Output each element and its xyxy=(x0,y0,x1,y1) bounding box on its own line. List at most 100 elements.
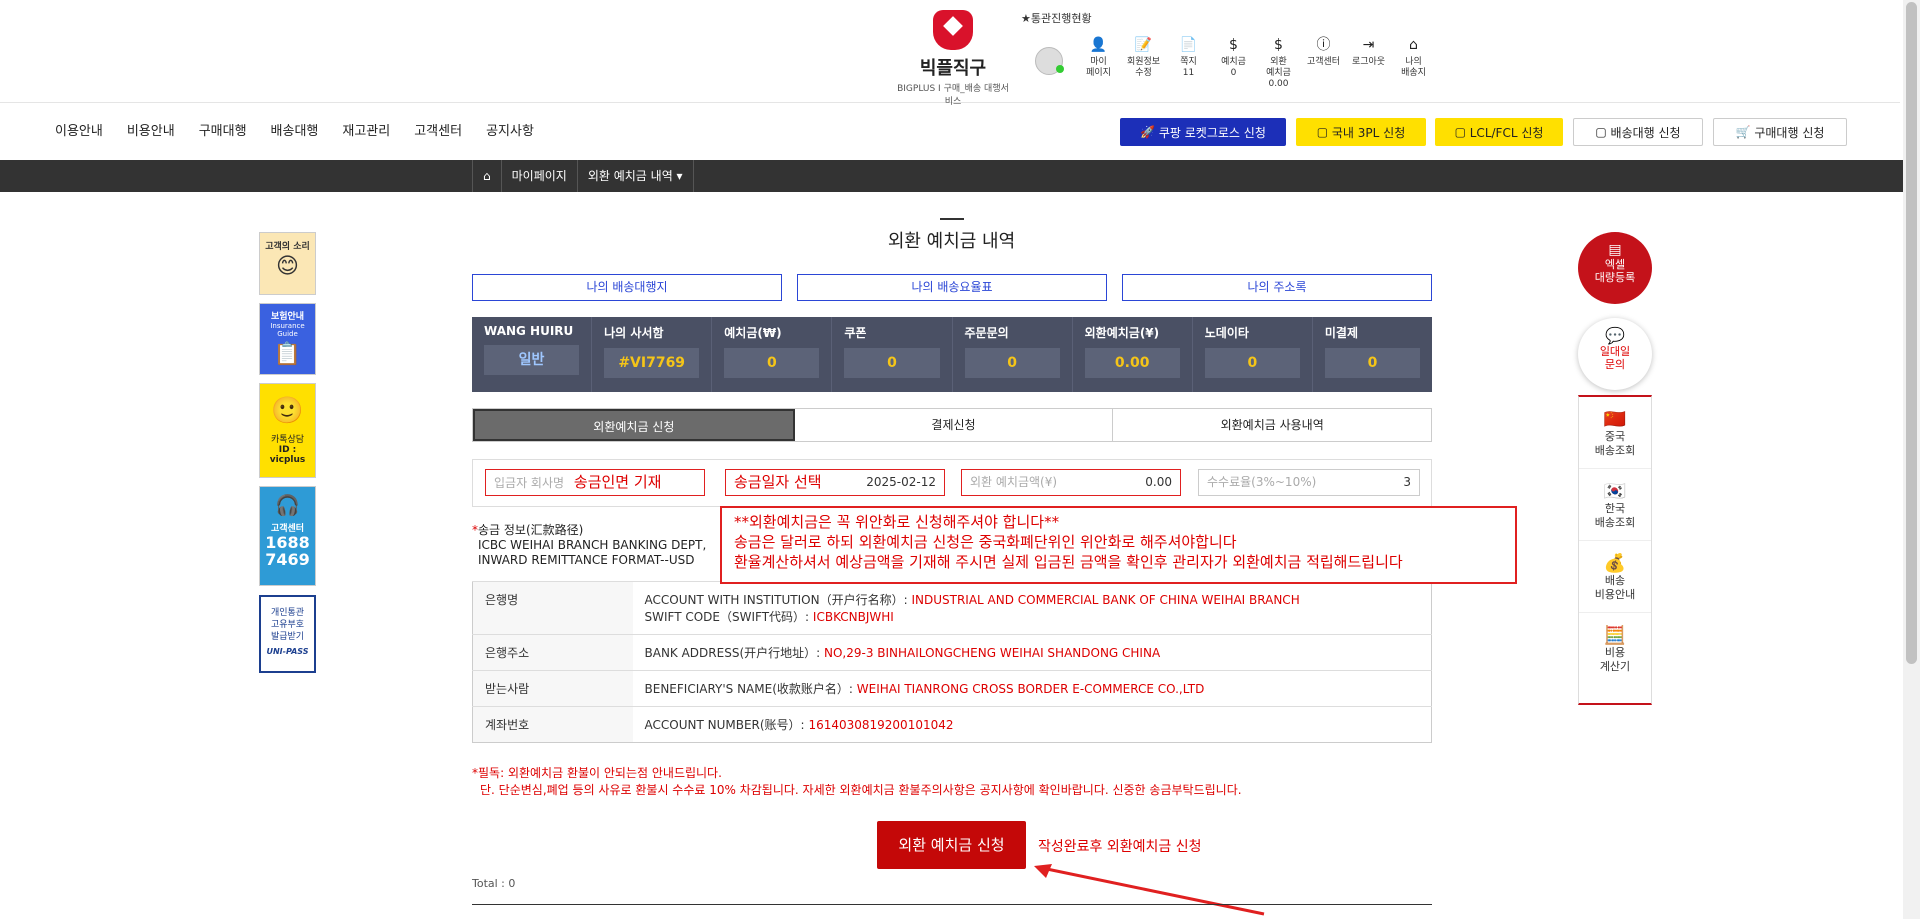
nav-item[interactable]: 공지사항 xyxy=(486,120,534,139)
faces-icon: 😊 xyxy=(276,254,299,279)
my-shipping-rate-button[interactable]: 나의 배송요율표 xyxy=(797,274,1107,301)
top-menu-item[interactable]: ⓘ 고객센터 xyxy=(1301,34,1346,90)
scrollbar-thumb[interactable] xyxy=(1906,2,1917,664)
summary-cell: 나의 사서함 #VI7769 xyxy=(592,317,713,392)
avatar[interactable] xyxy=(1035,47,1064,75)
top-menu-label: 외환 예치금 0.00 xyxy=(1266,57,1291,89)
tab-history[interactable]: 외환예치금 사용내역 xyxy=(1113,409,1431,441)
summary-value: 일반 xyxy=(484,345,580,375)
left-insurance-banner[interactable]: 보험안내 Insurance Guide 📋 xyxy=(259,303,316,375)
bank-key: 계좌번호 xyxy=(472,706,633,743)
scrollbar[interactable] xyxy=(1903,0,1920,919)
tab-payment[interactable]: 결제신청 xyxy=(795,409,1114,441)
nav-item[interactable]: 구매대행 xyxy=(199,120,247,139)
left-kakao-banner[interactable]: 🙂 카톡상담 ID : vicplus xyxy=(259,383,316,478)
refund-notice: *필독: 외환예치금 환불이 안되는점 안내드립니다. 단. 단순변심,폐업 등… xyxy=(472,766,1242,797)
top-utility-menu: 👤 마이 페이지 📝 회원정보 수정 📄 쪽지 11 $ 예치금 0 $ 외환 예치금 0.00 ⓘ… xyxy=(1076,34,1436,90)
chat-icon: 💬 xyxy=(1605,326,1625,345)
summary-label: 쿠폰 xyxy=(844,326,867,340)
fee-rate-input[interactable]: 수수료율(3%~10%) 3 xyxy=(1198,469,1420,496)
top-menu-item[interactable]: ⇥ 로그아웃 xyxy=(1346,34,1391,90)
customs-status-link[interactable]: ★통관진행현황 xyxy=(1021,10,1092,26)
summary-value: #VI7769 xyxy=(604,348,700,378)
top-menu-icon: $ xyxy=(1274,37,1283,53)
summary-label: 노데이타 xyxy=(1204,326,1249,340)
top-menu-item[interactable]: 📄 쪽지 11 xyxy=(1166,34,1211,90)
summary-value: 0 xyxy=(844,348,940,378)
company-name-input[interactable]: 입금자 회사명 송금인면 기재 xyxy=(485,469,705,496)
breadcrumb-bar: ⌂ 마이페이지 외환 예치금 내역 ▾ xyxy=(0,160,1903,192)
cost-calculator[interactable]: 🧮 비용 계산기 xyxy=(1579,613,1651,685)
total-count: Total : 0 xyxy=(472,877,516,890)
box-icon: ▢ xyxy=(1454,125,1470,139)
breadcrumb-current[interactable]: 외환 예치금 내역 ▾ xyxy=(576,160,694,192)
nav-item[interactable]: 재고관리 xyxy=(342,120,390,139)
top-menu-label: 회원정보 수정 xyxy=(1126,57,1161,78)
nav-item[interactable]: 이용안내 xyxy=(55,120,103,139)
logo-icon xyxy=(933,10,973,50)
top-menu-item[interactable]: ⌂ 나의 배송지 xyxy=(1391,34,1436,90)
top-header: 빅플직구 BIGPLUS I 구매_배송 대행서비스 ★통관진행현황 👤 마이 페… xyxy=(0,0,1900,107)
shipping-cost-guide[interactable]: 💰 배송 비용안내 xyxy=(1579,541,1651,613)
box-icon: ▢ xyxy=(1595,125,1611,139)
top-menu-item[interactable]: 👤 마이 페이지 xyxy=(1076,34,1121,90)
top-menu-label: 마이 페이지 xyxy=(1086,57,1111,78)
top-menu-item[interactable]: 📝 회원정보 수정 xyxy=(1121,34,1166,90)
table-row: 계좌번호 ACCOUNT NUMBER(账号）: 161403081920010… xyxy=(472,706,1432,743)
my-shipping-address-button[interactable]: 나의 배송대행지 xyxy=(472,274,782,301)
apply-deposit-button[interactable]: 외환 예치금 신청 xyxy=(877,821,1026,869)
summary-label: 예치금(₩) xyxy=(724,326,782,340)
tab-apply[interactable]: 외환예치금 신청 xyxy=(473,409,795,441)
divider xyxy=(472,904,1432,905)
title-accent xyxy=(940,218,964,220)
lcl-fcl-button[interactable]: ▢ LCL/FCL 신청 xyxy=(1435,118,1563,146)
top-menu-icon: 👤 xyxy=(1089,37,1108,53)
summary-value: 0 xyxy=(1324,348,1420,378)
ship-agent-button[interactable]: ▢ 배송대행 신청 xyxy=(1573,118,1703,146)
summary-label: WANG HUIRU xyxy=(484,324,574,338)
top-menu-icon: ⇥ xyxy=(1362,37,1375,53)
right-quick-menu: 🇨🇳 중국 배송조회 🇰🇷 한국 배송조회 💰 배송 비용안내 🧮 비용 계산기 xyxy=(1578,395,1652,705)
arrow-annotation xyxy=(1034,864,1265,916)
calculator-icon: 🧮 xyxy=(1603,625,1627,646)
left-unipass-banner[interactable]: 개인통관 고유부호 발급받기 UNI-PASS xyxy=(259,595,316,673)
breadcrumb-mypage[interactable]: 마이페이지 xyxy=(500,160,577,192)
member-summary-panel: WANG HUIRU 일반 나의 사서함 #VI7769 예치금(₩) 0 쿠폰 0 주문문의 0… xyxy=(472,317,1432,392)
my-addressbook-button[interactable]: 나의 주소록 xyxy=(1122,274,1432,301)
top-menu-item[interactable]: $ 예치금 0 xyxy=(1211,34,1256,90)
nav-item[interactable]: 비용안내 xyxy=(127,120,175,139)
summary-cell: 외환예치금(¥) 0.00 xyxy=(1073,317,1193,392)
summary-value: 0 xyxy=(724,348,820,378)
summary-label: 주문문의 xyxy=(964,326,1009,340)
china-tracking[interactable]: 🇨🇳 중국 배송조회 xyxy=(1579,397,1651,469)
korea-tracking[interactable]: 🇰🇷 한국 배송조회 xyxy=(1579,469,1651,541)
domestic-3pl-button[interactable]: ▢ 국내 3PL 신청 xyxy=(1296,118,1426,146)
bank-key: 받는사람 xyxy=(472,670,633,707)
money-bag-icon: 💰 xyxy=(1603,553,1627,574)
summary-value: 0 xyxy=(964,348,1060,378)
summary-label: 미결제 xyxy=(1324,326,1358,340)
table-row: 은행주소 BANK ADDRESS(开户行地址）: NO,29-3 BINHAI… xyxy=(472,634,1432,671)
amount-input[interactable]: 외환 예치금액(¥) 0.00 xyxy=(961,469,1181,496)
nav-item[interactable]: 고객센터 xyxy=(414,120,462,139)
brand-logo[interactable]: 빅플직구 BIGPLUS I 구매_배송 대행서비스 xyxy=(893,10,1013,107)
rocket-icon: 🚀 xyxy=(1140,125,1159,139)
main-nav: 이용안내 비용안내 구매대행 배송대행 재고관리 고객센터 공지사항 🚀 쿠팡 로켓그로스 … xyxy=(0,104,1900,160)
deposit-form: 입금자 회사명 송금인면 기재 송금일자 선택 2025-02-12 외환 예치… xyxy=(472,459,1432,507)
summary-cell: 쿠폰 0 xyxy=(832,317,953,392)
summary-label: 외환예치금(¥) xyxy=(1084,326,1160,340)
home-icon[interactable]: ⌂ xyxy=(472,160,501,192)
nav-item[interactable]: 배송대행 xyxy=(271,120,319,139)
summary-cell: 주문문의 0 xyxy=(953,317,1073,392)
brand-name: 빅플직구 xyxy=(919,58,987,79)
coupang-rocket-button[interactable]: 🚀 쿠팡 로켓그로스 신청 xyxy=(1120,118,1286,146)
top-menu-item[interactable]: $ 외환 예치금 0.00 xyxy=(1256,34,1301,90)
summary-cell: WANG HUIRU 일반 xyxy=(472,317,593,392)
summary-cell: 노데이타 0 xyxy=(1193,317,1313,392)
one-on-one-inquiry[interactable]: 💬 일대일 문의 xyxy=(1578,318,1652,390)
kakao-talk-icon: 🙂 xyxy=(271,396,304,426)
left-cs-banner[interactable]: 🎧 고객센터 1688 7469 xyxy=(259,486,316,586)
buy-agent-button[interactable]: 🛒 구매대행 신청 xyxy=(1713,118,1847,146)
remit-date-input[interactable]: 송금일자 선택 2025-02-12 xyxy=(725,469,945,496)
top-menu-label: 쪽지 11 xyxy=(1180,57,1197,78)
